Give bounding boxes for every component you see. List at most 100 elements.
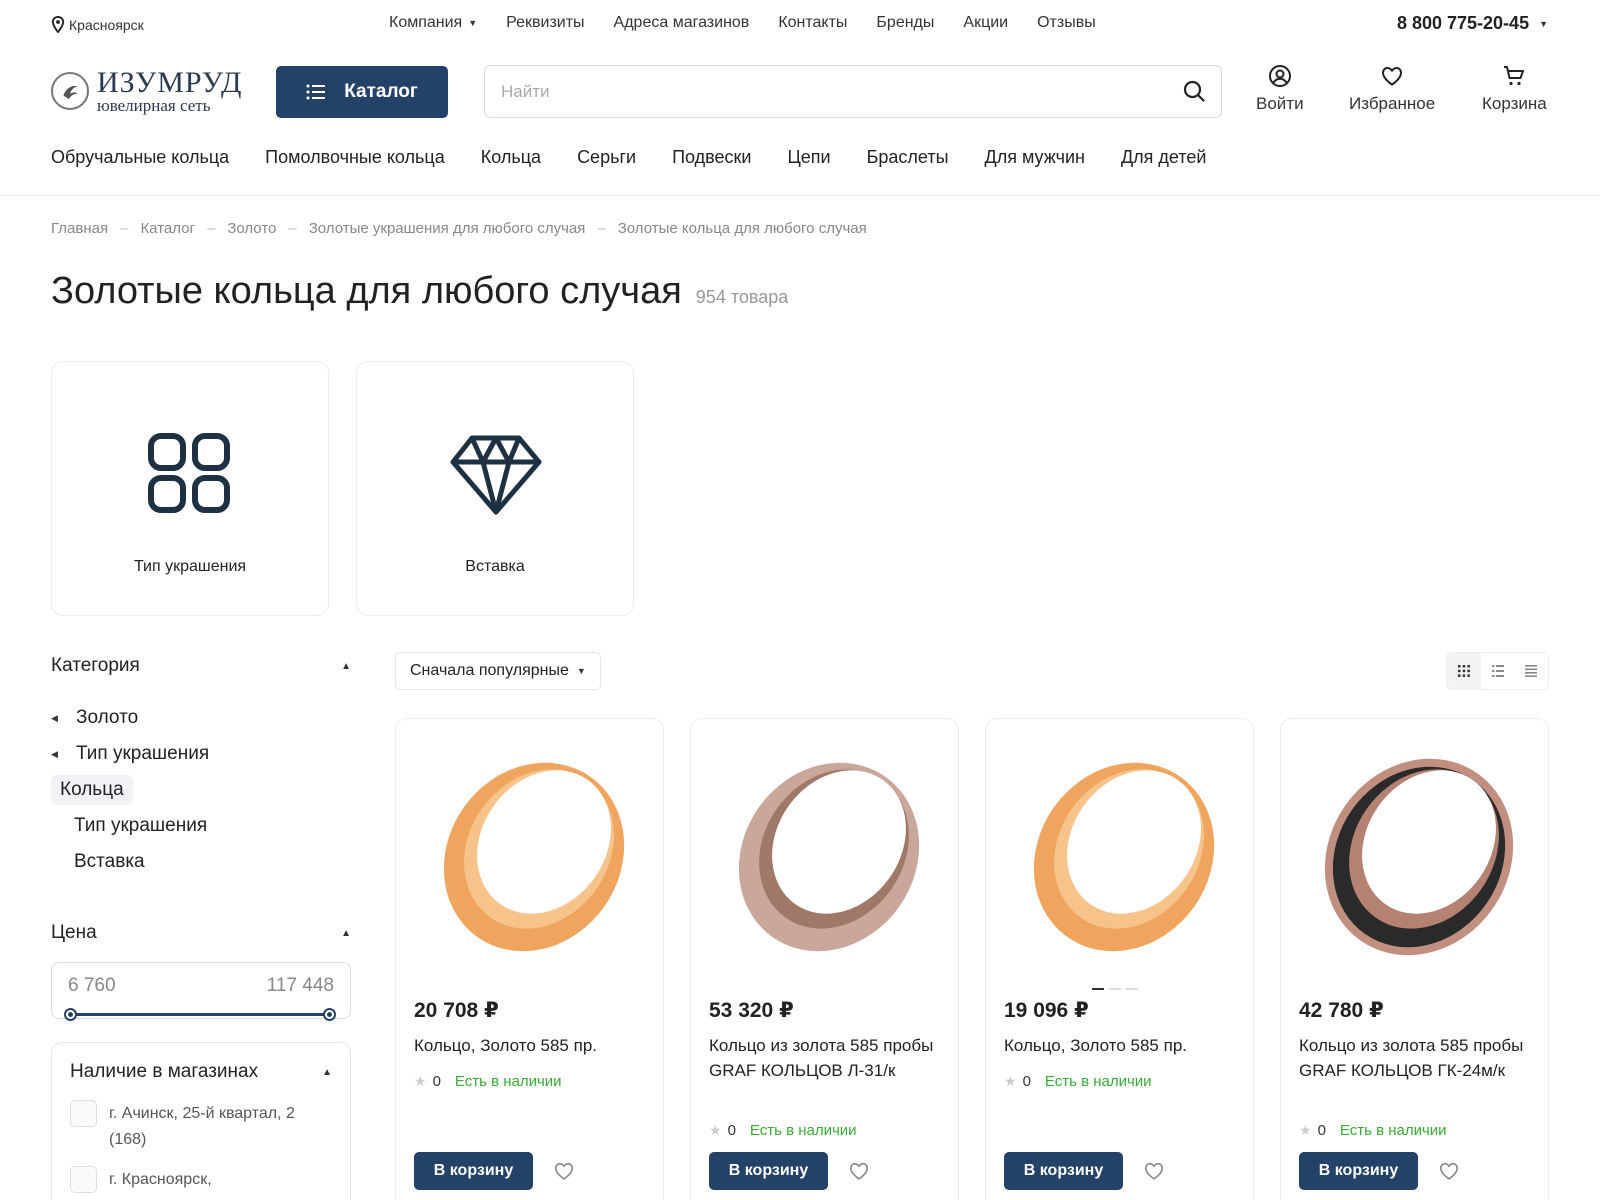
product-name[interactable]: Кольцо из золота 585 пробы GRAF КОЛЬЦОВ …	[1299, 1033, 1529, 1083]
search-icon[interactable]	[1183, 80, 1205, 102]
caret-up-icon: ▲	[341, 661, 351, 672]
image-pagination	[1092, 988, 1138, 990]
top-bar: Красноярск Компания ▼ Реквизиты Адреса ма…	[0, 0, 1600, 48]
product-price: 19 096 ₽	[1004, 999, 1089, 1022]
catnav-engagement-rings[interactable]: Помолвочные кольца	[265, 147, 445, 168]
catnav-wedding-rings[interactable]: Обручальные кольца	[51, 147, 229, 168]
catnav-pendants[interactable]: Подвески	[672, 147, 751, 168]
product-count: 954 товара	[695, 287, 789, 307]
sort-label: Сначала популярные	[410, 662, 569, 679]
catnav-bracelets[interactable]: Браслеты	[867, 147, 949, 168]
filter-tile-jewelry-type[interactable]: Тип украшения	[51, 361, 329, 616]
cart-label: Корзина	[1482, 94, 1547, 113]
catalog-button[interactable]: Каталог	[276, 66, 448, 118]
catnav-earrings[interactable]: Серьги	[577, 147, 636, 168]
category-item-rings[interactable]: Кольца	[51, 772, 209, 808]
caret-left-icon: ◀	[51, 748, 58, 759]
city-selector[interactable]: Красноярск	[51, 16, 144, 33]
favorites-button[interactable]: Избранное	[1349, 64, 1435, 114]
sort-dropdown[interactable]: Сначала популярные ▼	[395, 652, 601, 690]
store-checkbox[interactable]	[70, 1166, 97, 1193]
product-card[interactable]: 42 780 ₽ Кольцо из золота 585 пробы GRAF …	[1280, 718, 1549, 1200]
product-name[interactable]: Кольцо из золота 585 пробы GRAF КОЛЬЦОВ …	[709, 1033, 939, 1083]
topnav-promos[interactable]: Акции	[963, 14, 1008, 32]
logo-title: ИЗУМРУД	[97, 66, 243, 99]
category-label: Тип украшения	[74, 815, 208, 836]
heart-icon[interactable]	[848, 1160, 870, 1182]
category-item-jewelry-type[interactable]: ◀ Тип украшения	[51, 736, 209, 772]
product-image[interactable]	[711, 739, 941, 964]
rating-value: 0	[1022, 1073, 1031, 1090]
breadcrumb-gold-jewelry[interactable]: Золотые украшения для любого случая	[309, 220, 586, 237]
login-button[interactable]: Войти	[1256, 64, 1304, 114]
price-slider-min-handle[interactable]	[64, 1008, 77, 1021]
rating-value: 0	[1317, 1122, 1326, 1139]
product-card[interactable]: 20 708 ₽ Кольцо, Золото 585 пр. ★ 0 Есть в н…	[395, 718, 664, 1200]
search-input[interactable]	[485, 66, 1125, 117]
topnav-company[interactable]: Компания ▼	[389, 14, 477, 32]
category-item-sub-jewelry-type[interactable]: Тип украшения	[51, 808, 209, 844]
heart-icon[interactable]	[1143, 1160, 1165, 1182]
catnav-kids[interactable]: Для детей	[1121, 147, 1206, 168]
topnav-contacts[interactable]: Контакты	[778, 14, 847, 32]
grid-icon	[147, 433, 230, 513]
cart-button[interactable]: Корзина	[1482, 64, 1547, 114]
catnav-men[interactable]: Для мужчин	[985, 147, 1085, 168]
search-bar	[484, 65, 1222, 118]
product-name[interactable]: Кольцо, Золото 585 пр.	[1004, 1033, 1234, 1058]
add-to-cart-button[interactable]: В корзину	[1004, 1152, 1123, 1190]
price-slider-track	[69, 1013, 330, 1016]
phone-selector[interactable]: 8 800 775-20-45 ▼	[1397, 13, 1548, 34]
star-icon: ★	[1299, 1122, 1312, 1138]
breadcrumb-catalog[interactable]: Каталог	[140, 220, 195, 237]
category-item-sub-insert[interactable]: Вставка	[51, 844, 209, 880]
product-image[interactable]	[1301, 739, 1531, 964]
topnav-reviews[interactable]: Отзывы	[1037, 14, 1096, 32]
product-meta: ★ 0 Есть в наличии	[709, 1122, 857, 1139]
store-option[interactable]: г. Ачинск, 25-й квартал, 2 (168)	[70, 1100, 334, 1153]
price-filter-header[interactable]: Цена ▲	[51, 922, 351, 944]
stock-filter-header[interactable]: Наличие в магазинах ▲	[70, 1061, 332, 1083]
topnav-label: Реквизиты	[506, 14, 585, 31]
add-to-cart-button[interactable]: В корзину	[414, 1152, 533, 1190]
heart-icon[interactable]	[1438, 1160, 1460, 1182]
logo[interactable]: ИЗУМРУД ювелирная сеть	[51, 68, 242, 114]
catnav-chains[interactable]: Цепи	[787, 147, 830, 168]
stock-status: Есть в наличии	[454, 1073, 562, 1090]
list-view-button[interactable]	[1481, 653, 1515, 689]
product-image[interactable]	[416, 739, 646, 964]
compact-view-button[interactable]	[1514, 653, 1548, 689]
image-dot[interactable]	[1109, 988, 1121, 990]
topnav-brands[interactable]: Бренды	[876, 14, 934, 32]
product-name[interactable]: Кольцо, Золото 585 пр.	[414, 1033, 644, 1058]
price-slider-max-handle[interactable]	[323, 1008, 336, 1021]
price-min[interactable]: 6 760	[68, 975, 116, 997]
price-range-input[interactable]: 6 760 117 448	[51, 962, 351, 1019]
breadcrumb-gold[interactable]: Золото	[227, 220, 276, 237]
store-option[interactable]: г. Красноярск,	[70, 1166, 212, 1193]
price-max[interactable]: 117 448	[267, 975, 334, 997]
list-icon	[306, 84, 326, 100]
catnav-rings[interactable]: Кольца	[481, 147, 541, 168]
favorites-label: Избранное	[1349, 94, 1436, 113]
logo-subtitle: ювелирная сеть	[97, 96, 211, 115]
topnav-stores[interactable]: Адреса магазинов	[614, 14, 750, 32]
image-dot-active[interactable]	[1092, 988, 1104, 990]
product-card[interactable]: 53 320 ₽ Кольцо из золота 585 пробы GRAF …	[690, 718, 959, 1200]
breadcrumb-home[interactable]: Главная	[51, 220, 108, 237]
store-checkbox[interactable]	[70, 1100, 97, 1127]
cart-icon	[1504, 66, 1525, 86]
category-item-gold[interactable]: ◀ Золото	[51, 700, 209, 736]
list-view-icon	[1491, 665, 1504, 677]
product-image[interactable]	[1006, 739, 1236, 964]
category-nav: Обручальные кольца Помолвочные кольца Ко…	[51, 147, 1206, 168]
filter-tile-insert[interactable]: Вставка	[356, 361, 634, 616]
add-to-cart-button[interactable]: В корзину	[709, 1152, 828, 1190]
heart-icon[interactable]	[553, 1160, 575, 1182]
product-card[interactable]: 19 096 ₽ Кольцо, Золото 585 пр. ★ 0 Есть в н…	[985, 718, 1254, 1200]
image-dot[interactable]	[1126, 988, 1138, 990]
grid-view-button[interactable]	[1447, 653, 1481, 689]
category-filter-header[interactable]: Категория ▲	[51, 655, 351, 677]
topnav-requisites[interactable]: Реквизиты	[506, 14, 584, 32]
add-to-cart-button[interactable]: В корзину	[1299, 1152, 1418, 1190]
